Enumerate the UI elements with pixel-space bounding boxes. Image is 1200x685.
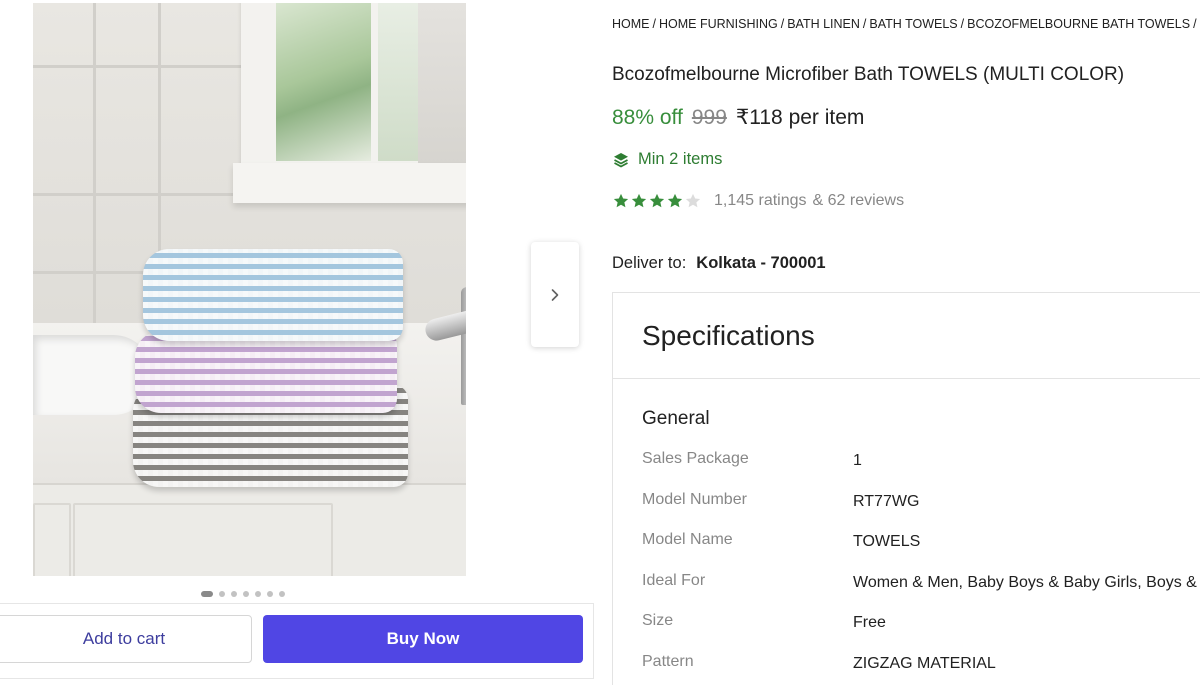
carousel-dot[interactable] xyxy=(201,591,213,597)
star-icon xyxy=(631,193,647,208)
buy-now-button[interactable]: Buy Now xyxy=(263,615,583,663)
towel-pink xyxy=(135,331,397,413)
min-items-badge: Min 2 items xyxy=(612,150,722,169)
rating-row[interactable]: 1,145 ratings & 62 reviews xyxy=(612,192,904,210)
window-sill xyxy=(233,163,466,203)
spec-row: Size Free xyxy=(642,612,1200,634)
star-icon xyxy=(667,193,683,208)
window-glass xyxy=(378,3,418,161)
spec-value: Women & Men, Baby Boys & Baby Girls, Boy… xyxy=(853,573,1197,591)
towel-blue xyxy=(143,249,403,341)
wall-tile-line xyxy=(33,65,253,68)
spec-key: Sales Package xyxy=(642,450,749,467)
spec-value: TOWELS xyxy=(853,533,921,551)
discount-percent: 88% off xyxy=(612,106,683,129)
specifications-card: Specifications General Sales Package 1 Mod… xyxy=(612,292,1200,685)
product-image[interactable] xyxy=(33,3,466,576)
reviews-count: & 62 reviews xyxy=(812,192,905,209)
breadcrumb: HOME / HOME FURNISHING / BATH LINEN / BATH TOW… xyxy=(612,17,1200,33)
spec-row: Model Number RT77WG xyxy=(642,491,1200,513)
spec-value: RT77WG xyxy=(853,492,920,510)
star-icon xyxy=(685,193,701,208)
faucet xyxy=(461,287,466,405)
deliver-label: Deliver to: xyxy=(612,254,687,272)
carousel-dots xyxy=(201,590,285,598)
price-row: 88% off 999 ₹118 per item xyxy=(612,105,864,130)
layers-icon xyxy=(614,152,628,167)
selling-price: ₹118 per item xyxy=(735,106,865,129)
specifications-title: Specifications xyxy=(642,320,815,351)
spec-key: Pattern xyxy=(642,653,694,670)
breadcrumb-item[interactable]: BATH TOWELS xyxy=(869,17,957,31)
rating-stars xyxy=(612,192,702,210)
wall-tile-line xyxy=(93,3,96,333)
breadcrumb-separator: / xyxy=(652,17,656,31)
spec-key: Model Name xyxy=(642,531,733,549)
carousel-dot[interactable] xyxy=(255,591,261,597)
carousel-dot[interactable] xyxy=(231,591,237,597)
cabinet-door xyxy=(33,503,71,576)
breadcrumb-item[interactable]: HOME FURNISHING xyxy=(659,17,778,31)
spec-row: Sales Package 1 xyxy=(642,450,1200,472)
spec-value: 1 xyxy=(853,452,862,469)
spec-key: Model Number xyxy=(642,490,747,508)
breadcrumb-item[interactable]: BCOZOFMELBOURNE BATH TOWELS xyxy=(967,17,1190,31)
spec-key: Ideal For xyxy=(642,571,706,589)
breadcrumb-separator: / xyxy=(960,17,965,31)
spec-key: Size xyxy=(642,612,674,630)
breadcrumb-separator: / xyxy=(780,17,785,31)
original-price: 999 xyxy=(691,106,727,129)
breadcrumb-item[interactable]: HOME xyxy=(612,17,650,31)
breadcrumb-item[interactable]: BATH LINEN xyxy=(787,17,860,31)
deliver-to[interactable]: Deliver to: Kolkata - 700001 xyxy=(612,254,826,273)
breadcrumb-separator: / xyxy=(862,17,867,31)
carousel-dot[interactable] xyxy=(267,591,273,597)
add-to-cart-button[interactable]: Add to cart xyxy=(0,615,252,663)
star-icon xyxy=(649,193,665,208)
mirror xyxy=(418,3,466,168)
window-glass xyxy=(276,3,371,161)
spec-row: Model Name TOWELS xyxy=(642,531,1200,553)
spec-row: Pattern ZIGZAG MATERIAL xyxy=(642,653,1200,675)
cabinet-door xyxy=(73,503,333,576)
ratings-count: 1,145 ratings xyxy=(714,192,807,209)
spec-value: Free xyxy=(853,614,886,632)
specifications-header: Specifications xyxy=(613,293,1200,379)
carousel-dot[interactable] xyxy=(279,591,285,597)
next-image-button[interactable] xyxy=(531,242,579,347)
carousel-dot[interactable] xyxy=(243,591,249,597)
product-title: Bcozofmelbourne Microfiber Bath TOWELS (… xyxy=(612,64,1125,85)
chevron-right-icon xyxy=(551,288,559,301)
carousel-dot[interactable] xyxy=(219,591,225,597)
spec-group-title: General xyxy=(642,408,710,429)
wall-tile-line xyxy=(33,193,253,196)
breadcrumb-separator: / xyxy=(1193,17,1197,31)
spec-value: ZIGZAG MATERIAL xyxy=(853,655,996,672)
min-items-text: Min 2 items xyxy=(638,150,723,168)
star-icon xyxy=(613,193,629,208)
spec-row: Ideal For Women & Men, Baby Boys & Baby G… xyxy=(642,572,1200,594)
deliver-location: Kolkata - 700001 xyxy=(696,254,826,272)
